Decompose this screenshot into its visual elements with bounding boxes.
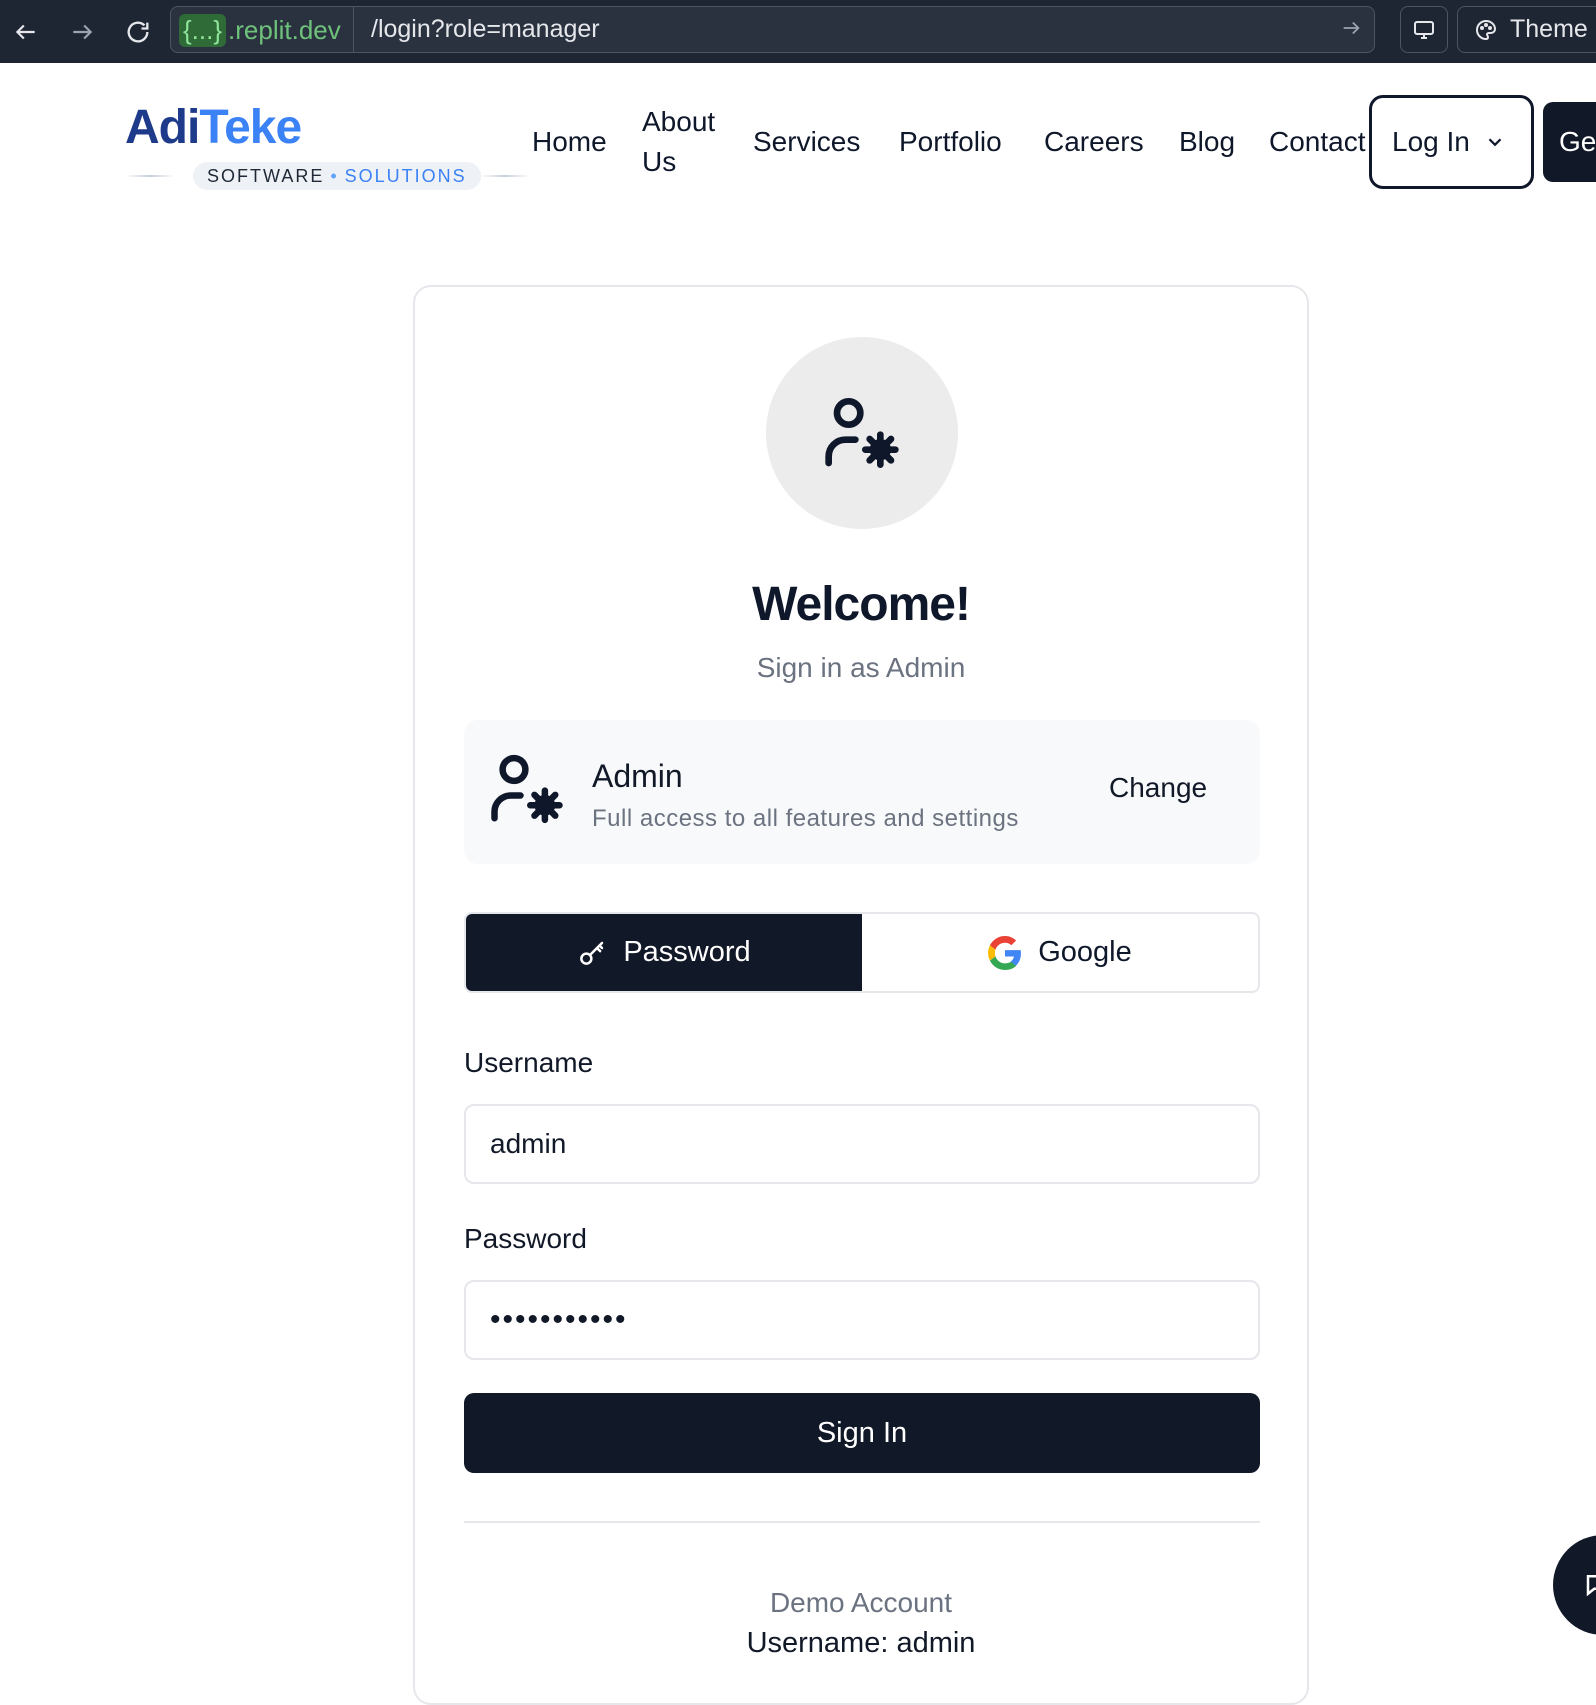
url-separator [353,7,354,52]
demo-account-title: Demo Account [769,1587,953,1618]
nav-about[interactable]: About [642,102,715,142]
sign-in-button[interactable]: Sign In [464,1393,1260,1473]
selected-role-panel: Admin Full access to all features and se… [464,720,1260,864]
tab-password[interactable]: Password [466,914,862,991]
reload-icon [127,21,149,43]
url-host-badge: {...} [179,14,227,47]
nav-careers[interactable]: Careers [1044,122,1144,162]
nav-home[interactable]: Home [532,122,607,162]
browser-toolbar: {...} .replit.dev /login?role=manager The… [0,0,1596,63]
address-bar[interactable]: {...} .replit.dev /login?role=manager [170,6,1375,53]
url-host: {...} .replit.dev [179,13,341,48]
site-logo[interactable]: AdiTeke SOFTWARE • SOLUTIONS [125,100,530,190]
get-started-label: Ge [1559,126,1596,157]
monitor-icon [1414,20,1434,39]
theme-button[interactable]: Theme [1457,6,1596,53]
nav-portfolio[interactable]: Portfolio [899,122,1002,162]
password-field[interactable]: ••••••••••• [464,1280,1260,1360]
divider [464,1521,1260,1523]
url-host-text: .replit.dev [228,15,341,45]
chevron-down-icon [1488,138,1502,147]
back-button[interactable] [6,12,46,52]
url-path[interactable]: /login?role=manager [371,7,600,52]
signin-subtitle: Sign in as Admin [756,652,966,683]
go-button[interactable] [1340,17,1362,44]
tab-google[interactable]: Google [862,914,1258,991]
username-label: Username [464,1047,594,1078]
login-dropdown-button[interactable]: Log In [1369,95,1534,189]
login-label: Log In [1392,126,1470,157]
nav-blog[interactable]: Blog [1179,122,1235,162]
logo-divider-left [125,175,175,177]
logo-tagline-2: SOLUTIONS [344,165,467,186]
get-started-button[interactable]: Ge [1543,102,1596,182]
welcome-heading: Welcome! [752,578,971,631]
logo-part-1: Adi [125,101,200,154]
nav-services[interactable]: Services [753,122,860,162]
arrow-left-icon [15,24,35,40]
chat-button[interactable] [1553,1535,1596,1635]
arrow-right-icon [1343,21,1360,35]
logo-part-2: Teke [199,101,302,154]
username-value: admin [490,1128,567,1159]
password-value: ••••••••••• [490,1303,628,1336]
demo-account-username: Username: admin [746,1627,976,1659]
login-card: Welcome! Sign in as Admin Admin Full acc… [413,285,1309,1705]
change-role-button[interactable]: Change [1109,772,1207,804]
username-field[interactable]: admin [464,1104,1260,1184]
auth-method-tabs: Password Google [464,912,1260,993]
message-icon [1586,1575,1596,1597]
role-icon [488,750,566,833]
google-icon [988,935,1022,970]
logo-divider-right [480,175,530,177]
logo-tagline-1: SOFTWARE [207,165,325,186]
nav-about-us[interactable]: Us [642,142,676,182]
theme-label: Theme [1510,15,1588,43]
reload-button[interactable] [118,12,158,52]
tab-google-label: Google [1038,936,1132,968]
device-preview-button[interactable] [1400,6,1448,53]
tab-password-label: Password [623,936,751,968]
role-avatar [766,337,958,529]
user-cog-icon [491,754,563,824]
role-description: Full access to all features and settings [592,805,1019,832]
logo-tagline: SOFTWARE • SOLUTIONS [193,162,481,190]
nav-contact[interactable]: Contact [1269,122,1369,162]
arrow-right-icon [73,24,93,40]
logo-tagline-separator: • [330,165,339,186]
user-cog-icon [825,398,899,468]
forward-button[interactable] [62,12,102,52]
logo-wordmark: AdiTeke [125,100,302,155]
key-icon [580,941,604,965]
password-label: Password [464,1223,587,1254]
role-name: Admin [592,758,683,794]
palette-icon [1476,19,1497,40]
